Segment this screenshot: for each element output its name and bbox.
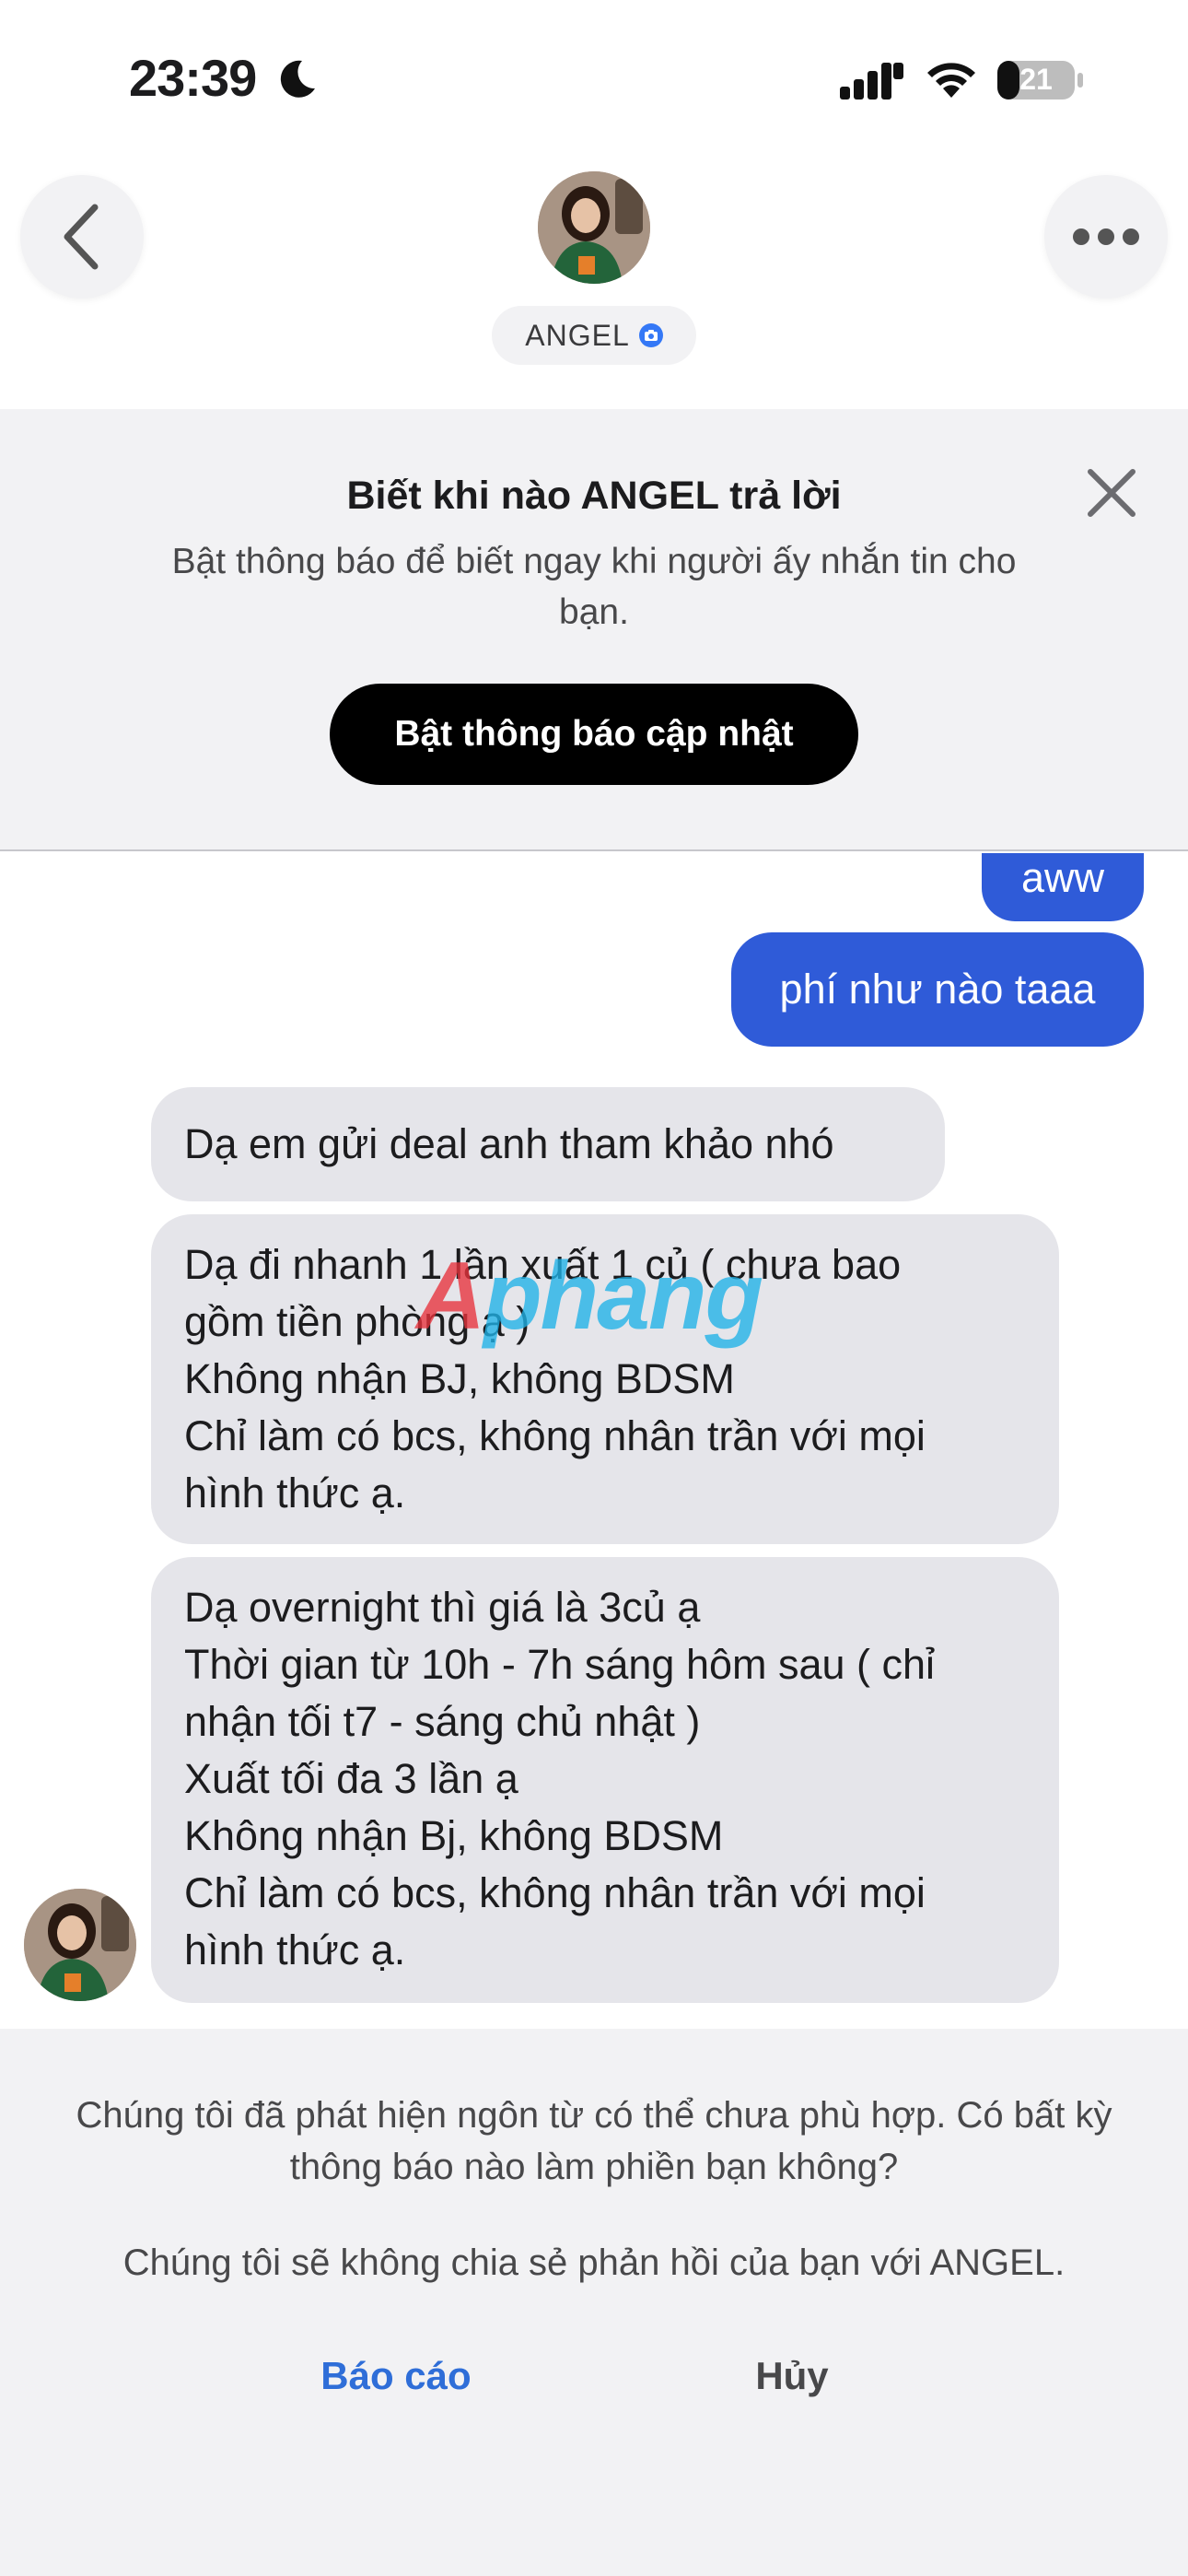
status-bar: 23:39 21 — [0, 0, 1188, 157]
message-text: Dạ em gửi deal anh tham khảo nhó — [184, 1120, 834, 1167]
message-line: Thời gian từ 10h - 7h sáng hôm sau ( chỉ — [184, 1641, 936, 1688]
wifi-icon — [927, 63, 975, 98]
chevron-left-icon — [64, 204, 99, 270]
message-line: Xuất tối đa 3 lần ạ — [184, 1755, 518, 1802]
close-icon[interactable] — [1079, 461, 1144, 525]
status-time: 23:39 — [129, 49, 257, 107]
feedback-question: Chúng tôi đã phát hiện ngôn từ có thể ch… — [76, 2095, 1112, 2187]
outgoing-message[interactable]: phí như nào taaa — [731, 932, 1144, 1047]
banner-title: Biết khi nào ANGEL trả lời — [346, 474, 842, 518]
notification-banner: Biết khi nào ANGEL trả lời Bật thông báo… — [0, 409, 1188, 851]
message-text: aww — [1020, 854, 1105, 901]
ellipsis-icon — [1073, 228, 1139, 245]
chat-header: ANGEL — [0, 157, 1188, 405]
message-line: hình thức ạ. — [184, 1926, 406, 1973]
sender-avatar[interactable] — [24, 1889, 136, 2001]
more-options-button[interactable] — [1044, 175, 1168, 299]
feedback-privacy-note: Chúng tôi sẽ không chia sẻ phản hồi của … — [122, 2242, 1066, 2283]
message-line: Chỉ làm có bcs, không nhân trần với mọi — [184, 1869, 926, 1916]
feedback-panel: Chúng tôi đã phát hiện ngôn từ có thể ch… — [0, 2029, 1188, 2576]
incoming-message[interactable]: Dạ overnight thì giá là 3củ ạ Thời gian … — [151, 1557, 1059, 2003]
battery-icon: 21 — [996, 59, 1085, 101]
back-button[interactable] — [20, 175, 144, 299]
incoming-message[interactable]: Dạ em gửi deal anh tham khảo nhó — [151, 1087, 945, 1201]
enable-notifications-button[interactable]: Bật thông báo cập nhật — [330, 684, 858, 785]
contact-name: ANGEL — [525, 318, 630, 352]
outgoing-message[interactable]: aww — [982, 853, 1144, 921]
message-text: phí như nào taaa — [779, 966, 1096, 1013]
moon-icon — [280, 60, 315, 98]
message-line: hình thức ạ. — [184, 1469, 406, 1516]
message-line: Dạ overnight thì giá là 3củ ạ — [184, 1584, 701, 1631]
message-line: Chỉ làm có bcs, không nhân trần với mọi — [184, 1412, 926, 1459]
cellular-signal-icon — [840, 63, 903, 100]
contact-name-pill[interactable]: ANGEL — [492, 306, 696, 365]
banner-subtitle: Bật thông báo để biết ngay khi người ấy … — [171, 542, 1017, 632]
message-line: nhận tối t7 - sáng chủ nhật ) — [184, 1698, 701, 1745]
message-line: Không nhận BJ, không BDSM — [184, 1355, 735, 1402]
battery-level: 21 — [1019, 63, 1053, 96]
watermark-logo: Aphang — [416, 1243, 763, 1350]
report-button[interactable]: Báo cáo — [276, 2344, 516, 2408]
camera-badge-icon — [638, 323, 663, 347]
message-line: Không nhận Bj, không BDSM — [184, 1812, 724, 1859]
cancel-button[interactable]: Hủy — [672, 2344, 912, 2408]
contact-avatar[interactable] — [538, 171, 650, 284]
